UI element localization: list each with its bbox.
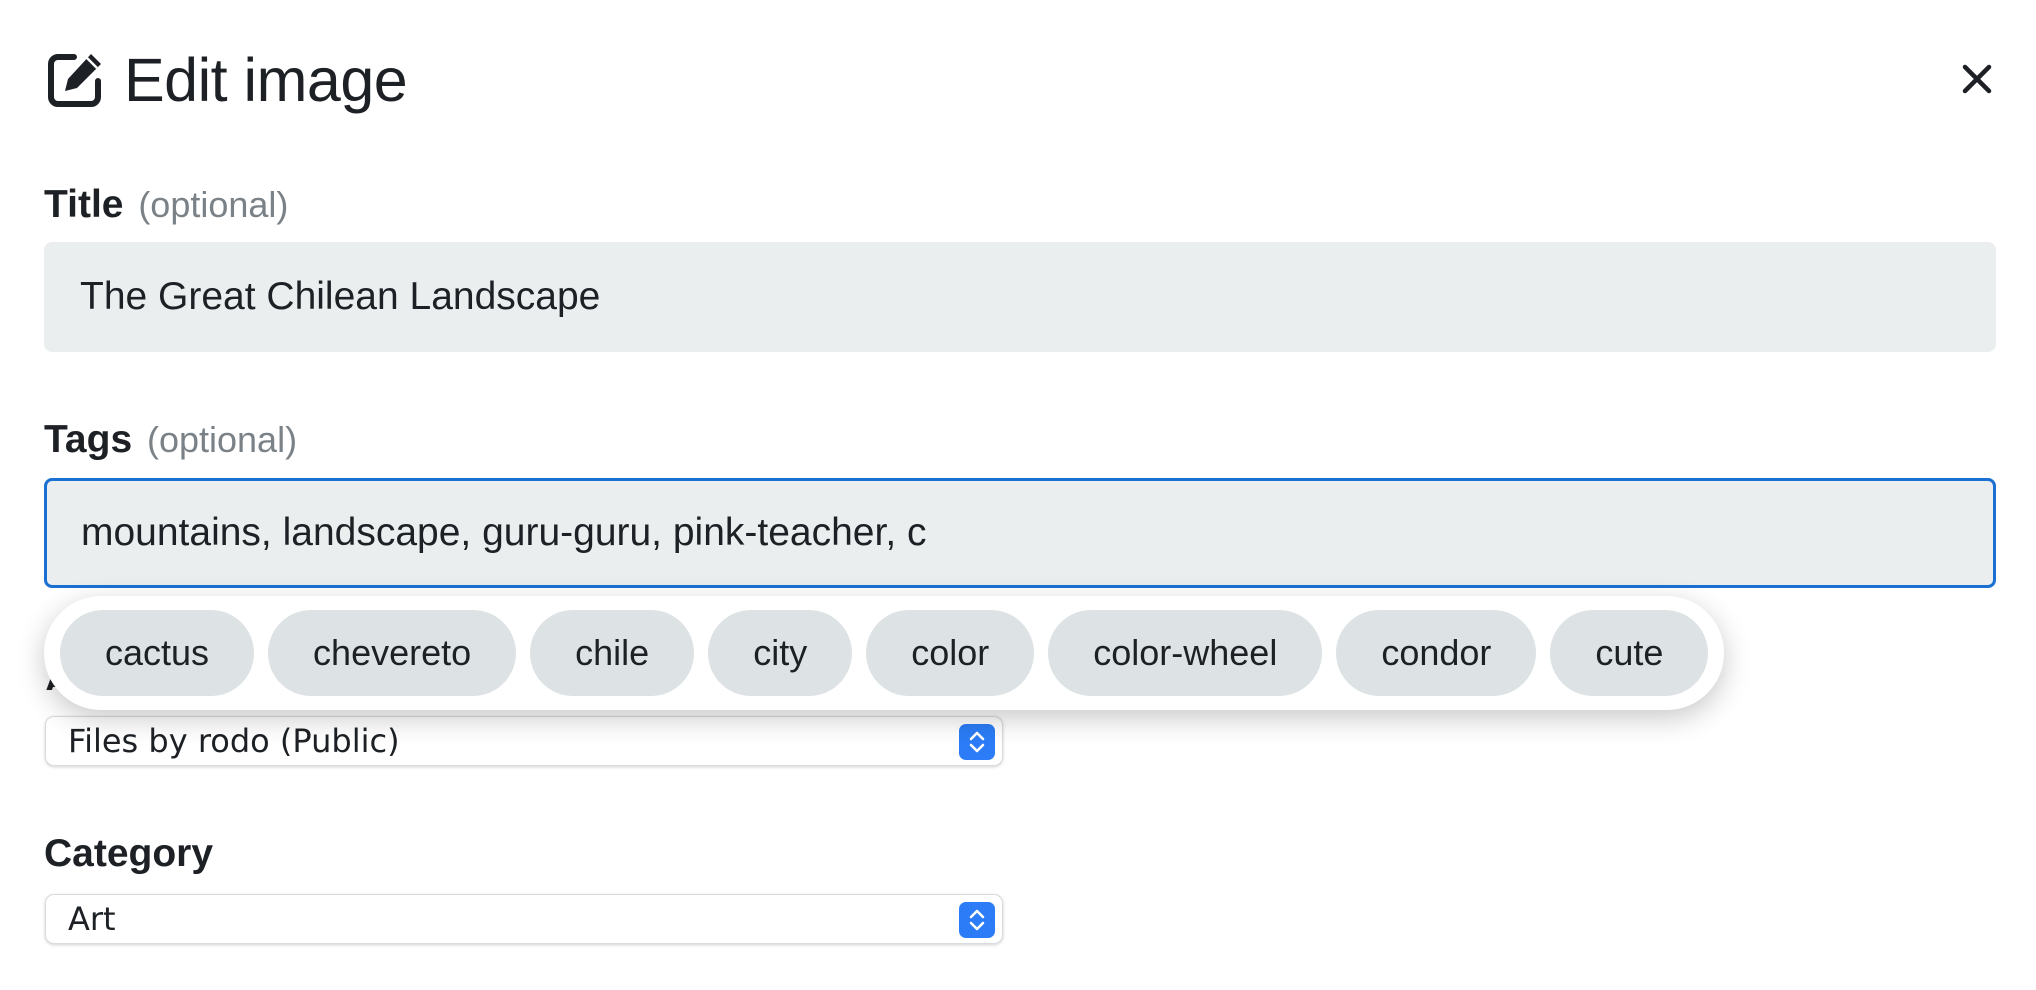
tag-suggestion[interactable]: color [866, 610, 1035, 696]
tags-label: Tags (optional) [44, 418, 297, 462]
select-arrows-icon [959, 724, 995, 760]
tag-suggestion[interactable]: city [708, 610, 853, 696]
category-label-text: Category [44, 832, 214, 875]
title-label: Title (optional) [44, 183, 288, 227]
close-icon [1962, 64, 1992, 94]
title-label-text: Title [44, 183, 124, 226]
tag-suggestion[interactable]: cute [1550, 610, 1709, 696]
tag-suggestion[interactable]: chile [530, 610, 695, 696]
tag-suggestion[interactable]: cactus [60, 610, 255, 696]
modal-header: Edit image [44, 40, 408, 120]
category-select[interactable]: Art [45, 894, 1003, 944]
album-select-value: Files by rodo (Public) [68, 722, 400, 760]
tags-optional-hint: (optional) [146, 419, 298, 460]
album-select[interactable]: Files by rodo (Public) [45, 716, 1003, 766]
close-button[interactable] [1956, 58, 1998, 100]
title-optional-hint: (optional) [138, 184, 289, 225]
tag-suggestion[interactable]: condor [1336, 610, 1537, 696]
page-title: Edit image [124, 46, 408, 114]
title-input[interactable] [44, 242, 1996, 352]
edit-icon [44, 49, 106, 111]
select-arrows-icon [959, 902, 995, 938]
category-select-value: Art [68, 900, 116, 938]
tag-suggestion[interactable]: chevereto [268, 610, 517, 696]
tag-suggestion[interactable]: color-wheel [1048, 610, 1323, 696]
tags-label-text: Tags [44, 418, 133, 461]
category-label: Category [44, 832, 213, 876]
tags-input[interactable] [44, 478, 1996, 588]
tag-suggestions-popup: cactus chevereto chile city color color-… [44, 596, 1725, 710]
